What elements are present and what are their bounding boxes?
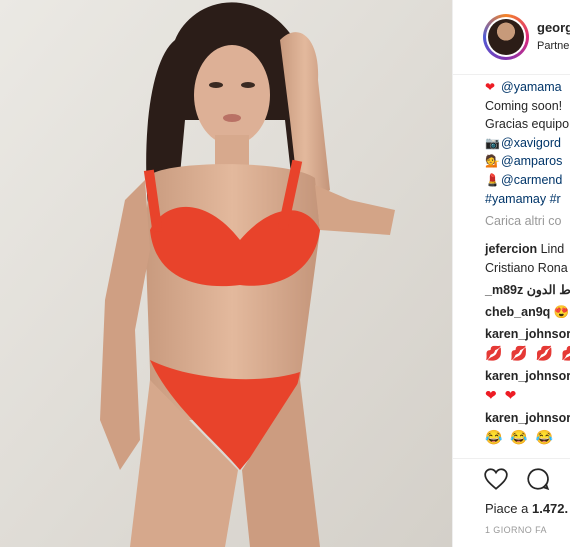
post-actions: Piace a 1.472. 1 GIORNO FA — [453, 458, 570, 547]
comment-text: 💋 💋 💋 💋 — [485, 345, 570, 361]
caption-line: 💁@amparos — [485, 152, 570, 171]
caption-mention[interactable]: @xavigord — [501, 136, 561, 150]
post-username[interactable]: georg — [537, 20, 570, 35]
likes-prefix: Piace a — [485, 501, 532, 516]
woman-icon: 💁 — [485, 154, 500, 169]
caption-line: Gracias equipo — [485, 115, 570, 134]
caption-line: ❤ @yamama — [485, 78, 570, 97]
likes-number: 1.472. — [531, 501, 569, 516]
caption-text: Gracias equipo — [485, 117, 570, 132]
list-item: cheb_an9q 😍 — [485, 303, 570, 322]
post-caption: ❤ @yamama Coming soon! Gracias equipo 📷@x… — [485, 78, 570, 208]
caption-line: #yamamay #r — [485, 190, 570, 209]
comment-username[interactable]: jefercion — [485, 242, 537, 256]
photo-illustration — [0, 0, 452, 547]
caption-mention[interactable]: @carmend — [501, 173, 562, 187]
post-timestamp: 1 GIORNO FA — [485, 525, 547, 535]
list-item: karen_johnsor 💋 💋 💋 💋 — [485, 325, 570, 364]
paid-partnership-label[interactable]: Partne — [537, 40, 569, 52]
comment-username[interactable]: karen_johnsor — [485, 369, 570, 383]
heart-icon: ❤ — [485, 80, 496, 94]
comments-list: jefercion Lind Cristiano Rona _m89z ط ال… — [485, 240, 570, 451]
list-item: karen_johnsor ❤ ❤ — [485, 367, 570, 406]
heart-outline-icon[interactable] — [483, 466, 509, 492]
list-item: karen_johnsor 😂 😂 😂 — [485, 409, 570, 448]
camera-icon: 📷 — [485, 135, 500, 150]
caption-mention[interactable]: @amparos — [501, 154, 562, 168]
comment-text: 😂 😂 😂 — [485, 429, 556, 445]
load-more-comments-button[interactable]: Carica altri co — [485, 214, 561, 228]
post-header: georg Partne — [453, 0, 570, 75]
caption-line: 📷@xavigord — [485, 134, 570, 153]
caption-line: Coming soon! — [485, 97, 570, 116]
comment-text: Cristiano Rona — [485, 261, 568, 275]
comment-username[interactable]: cheb_an9q — [485, 305, 550, 319]
post-side-panel: georg Partne ❤ @yamama Coming soon! Graci… — [452, 0, 570, 547]
comment-text: Lind — [540, 242, 565, 256]
lipstick-icon: 💄 — [485, 172, 500, 187]
caption-line: 💄@carmend — [485, 171, 570, 190]
caption-mention[interactable]: @yamama — [501, 80, 562, 94]
avatar[interactable] — [483, 14, 529, 60]
comment-username[interactable]: karen_johnsor — [485, 411, 570, 425]
caption-text: Coming soon! — [485, 98, 563, 113]
comment-username[interactable]: karen_johnsor — [485, 327, 570, 341]
comment-bubble-icon[interactable] — [525, 466, 551, 492]
comment-text: 😍 — [553, 305, 570, 319]
list-item: jefercion Lind Cristiano Rona — [485, 240, 570, 278]
likes-count[interactable]: Piace a 1.472. — [485, 501, 568, 516]
list-item: _m89z ط الدون — [485, 281, 570, 300]
comment-text: ❤ ❤ — [485, 387, 519, 403]
comment-username[interactable]: _m89z ط الدون — [485, 283, 570, 297]
post-photo[interactable] — [0, 0, 452, 547]
caption-hashtags[interactable]: #yamamay #r — [485, 192, 561, 206]
